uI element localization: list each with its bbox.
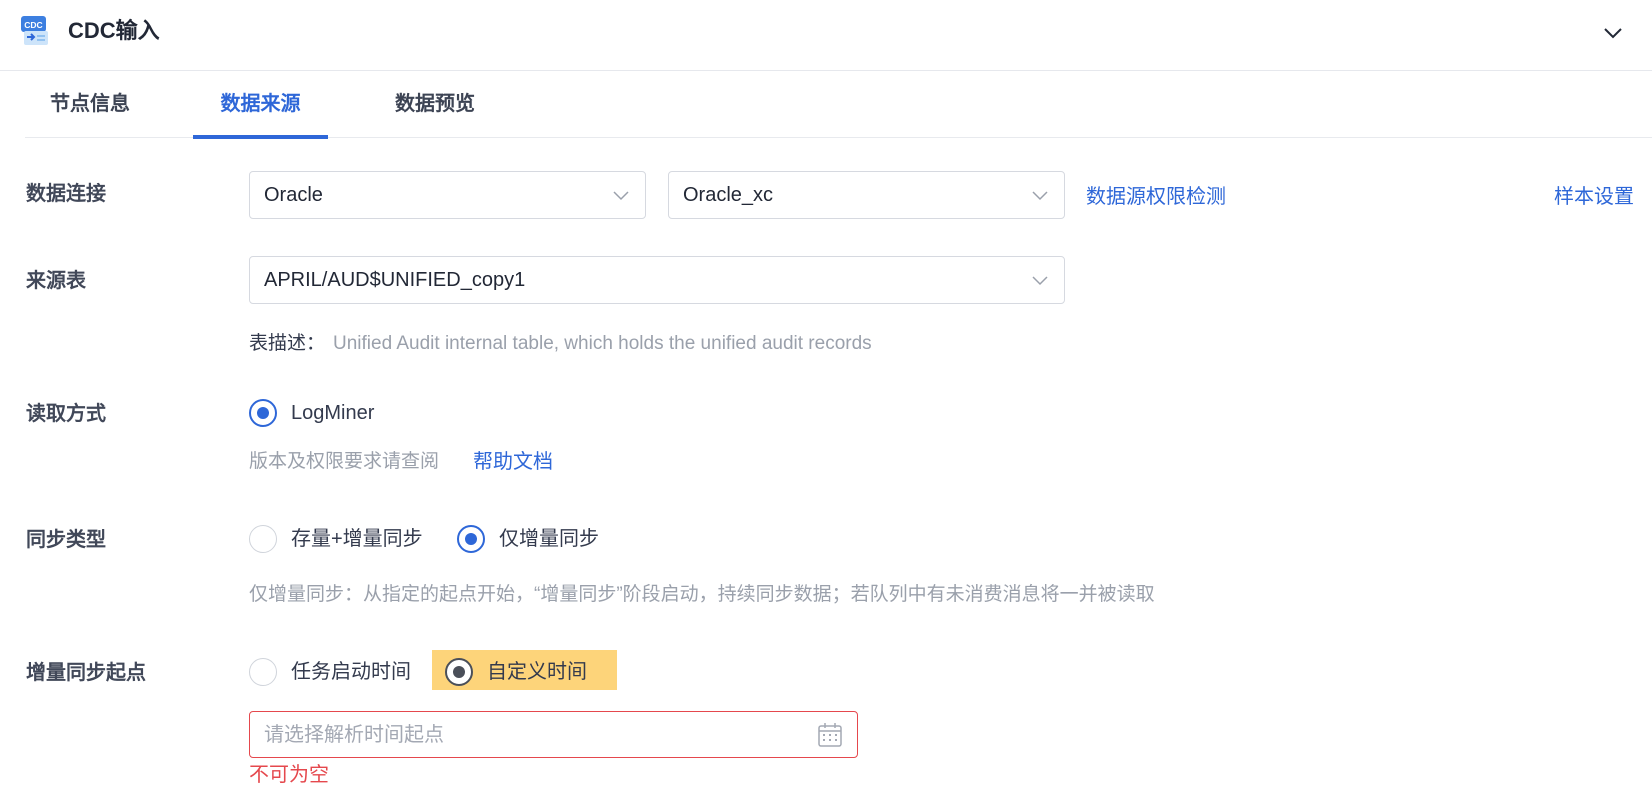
radio-full-incremental[interactable] [249,525,277,553]
chevron-down-icon [1030,185,1050,205]
connection-select[interactable]: Oracle_xc [668,171,1065,219]
start-time-input[interactable] [264,720,784,750]
radio-full-incremental-label[interactable]: 存量+增量同步 [291,526,423,552]
db-type-select[interactable]: Oracle [249,171,646,219]
chevron-down-icon [611,185,631,205]
connection-label: 数据连接 [26,183,106,205]
connection-value: Oracle_xc [683,184,774,206]
validation-error: 不可为空 [249,764,329,786]
table-desc-text: Unified Audit internal table, which hold… [333,333,872,354]
source-table-label: 来源表 [26,270,86,292]
table-desc-label: 表描述： [249,333,326,354]
radio-logminer[interactable] [249,399,277,427]
radio-task-start-time[interactable] [249,658,277,686]
tab-bar: 节点信息 数据来源 数据预览 [25,71,1652,139]
permission-check-link[interactable]: 数据源权限检测 [1086,184,1226,210]
chevron-down-icon [1030,270,1050,290]
radio-task-start-time-label[interactable]: 任务启动时间 [291,659,411,685]
source-table-value: APRIL/AUD$UNIFIED_copy1 [264,269,526,291]
logo-text: CDC [24,20,42,30]
incr-start-label: 增量同步起点 [26,662,146,684]
panel-title: CDC输入 [68,18,160,43]
radio-incremental-only[interactable] [457,525,485,553]
sync-type-hint: 仅增量同步：从指定的起点开始，“增量同步”阶段启动，持续同步数据；若队列中有未消… [249,584,1155,605]
db-type-value: Oracle [264,184,323,206]
radio-logminer-label[interactable]: LogMiner [291,400,374,426]
calendar-icon[interactable] [817,722,843,748]
panel-header: CDC CDC输入 [0,0,1652,71]
help-doc-link[interactable]: 帮助文档 [473,449,553,475]
radio-custom-time-label[interactable]: 自定义时间 [487,659,587,685]
chevron-down-icon[interactable] [1602,22,1624,44]
tab-data-source[interactable]: 数据来源 [193,71,328,139]
sync-type-label: 同步类型 [26,529,106,551]
radio-custom-time[interactable] [445,658,473,686]
radio-incremental-only-label[interactable]: 仅增量同步 [499,526,599,552]
cdc-logo-icon: CDC [21,16,50,46]
tab-node-info[interactable]: 节点信息 [25,71,155,138]
tab-data-preview[interactable]: 数据预览 [370,71,500,138]
read-mode-label: 读取方式 [26,403,106,425]
sample-settings-link[interactable]: 样本设置 [1554,184,1634,210]
read-mode-hint: 版本及权限要求请查阅 [249,451,440,472]
source-table-select[interactable]: APRIL/AUD$UNIFIED_copy1 [249,256,1065,304]
start-time-picker[interactable] [249,711,858,758]
